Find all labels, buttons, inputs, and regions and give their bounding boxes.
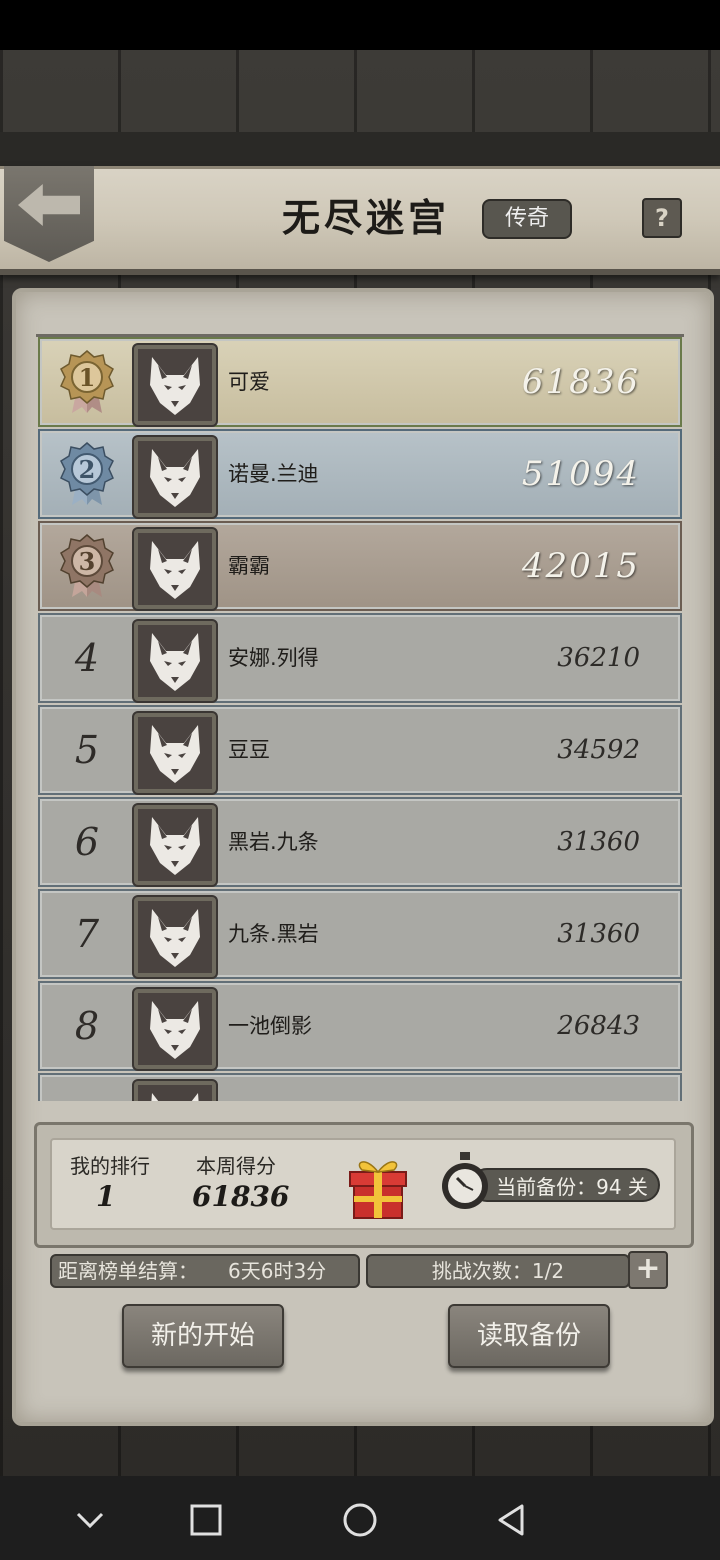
avatar[interactable] <box>134 1081 216 1101</box>
leaderboard-row[interactable]: 4 安娜.列得 36210 <box>38 613 682 703</box>
player-name: 可爱 <box>228 370 270 394</box>
status-bar <box>0 0 720 50</box>
chevron-down-icon[interactable] <box>70 1500 110 1540</box>
wolf-icon <box>138 625 212 697</box>
help-button[interactable]: ? <box>642 198 682 238</box>
current-backup-status: 当前备份：94 关 <box>470 1168 660 1202</box>
rank-number: 5 <box>74 728 100 772</box>
wolf-icon <box>138 533 212 605</box>
player-name: 安娜.列得 <box>228 646 319 670</box>
player-score: 42015 <box>521 546 640 586</box>
avatar[interactable] <box>134 529 216 609</box>
player-score: 61836 <box>521 362 640 402</box>
leaderboard-row[interactable]: 5 豆豆 34592 <box>38 705 682 795</box>
back-triangle-icon[interactable] <box>492 1500 532 1540</box>
player-score: 31360 <box>557 919 640 949</box>
avatar[interactable] <box>134 989 216 1069</box>
player-name: 一池倒影 <box>228 1014 312 1038</box>
home-circle-icon[interactable] <box>340 1500 380 1540</box>
medal-rank: 1 <box>79 363 96 392</box>
avatar[interactable] <box>134 713 216 793</box>
player-name: 九条.黑岩 <box>228 922 319 946</box>
player-score: 51094 <box>521 454 640 494</box>
player-name: 豆豆 <box>228 738 270 762</box>
rank-number: 6 <box>74 820 100 864</box>
medal-rank: 2 <box>79 455 96 484</box>
challenge-count-bar: 挑战次数：1/2 <box>366 1254 630 1288</box>
avatar[interactable] <box>134 437 216 517</box>
rank-number: 7 <box>74 912 100 956</box>
new-start-button[interactable]: 新的开始 <box>122 1304 284 1368</box>
player-name: 黑岩.九条 <box>228 830 319 854</box>
player-name: 诺曼.兰迪 <box>228 462 319 486</box>
leaderboard-row-partial[interactable] <box>38 1073 682 1101</box>
leaderboard-row[interactable]: 8 一池倒影 26843 <box>38 981 682 1071</box>
avatar[interactable] <box>134 345 216 425</box>
leaderboard-list[interactable]: 1 可爱 61836 2 诺曼.兰迪 51094 3 霸霸 42015 4 安娜… <box>36 334 684 1101</box>
player-score: 36210 <box>557 643 640 673</box>
page-title: 无尽迷宫 <box>281 195 450 240</box>
leaderboard-row[interactable]: 2 诺曼.兰迪 51094 <box>38 429 682 519</box>
player-score: 26843 <box>557 1011 640 1041</box>
gold-medal-icon: 1 <box>60 350 114 413</box>
add-challenge-button[interactable]: + <box>628 1251 668 1289</box>
wolf-icon <box>138 349 212 421</box>
player-score: 34592 <box>557 735 640 765</box>
leaderboard-row[interactable]: 1 可爱 61836 <box>38 337 682 427</box>
my-rank-value: 1 <box>96 1180 116 1213</box>
bronze-medal-icon: 3 <box>60 534 114 597</box>
rank-number: 8 <box>74 1004 100 1048</box>
medal-rank: 3 <box>79 547 96 576</box>
mode-badge[interactable]: 传奇 <box>482 199 572 239</box>
wolf-icon <box>138 1085 212 1101</box>
challenge-count: 挑战次数：1/2 <box>431 1259 565 1283</box>
wolf-icon <box>138 809 212 881</box>
wolf-icon <box>138 441 212 513</box>
wood-band <box>0 132 720 166</box>
countdown-value: 6天6时3分 <box>228 1259 327 1283</box>
rank-number: 4 <box>74 636 100 680</box>
wolf-icon <box>138 993 212 1065</box>
leaderboard-row[interactable]: 7 九条.黑岩 31360 <box>38 889 682 979</box>
avatar[interactable] <box>134 805 216 885</box>
my-rank-label: 我的排行 <box>70 1154 150 1178</box>
leaderboard-row[interactable]: 6 黑岩.九条 31360 <box>38 797 682 887</box>
leaderboard-row[interactable]: 3 霸霸 42015 <box>38 521 682 611</box>
recents-square-icon[interactable] <box>186 1500 226 1540</box>
load-backup-button[interactable]: 读取备份 <box>448 1304 610 1368</box>
weekly-score-value: 61836 <box>192 1180 290 1213</box>
silver-medal-icon: 2 <box>60 442 114 505</box>
avatar[interactable] <box>134 621 216 701</box>
gift-icon[interactable] <box>348 1154 408 1220</box>
player-score: 31360 <box>557 827 640 857</box>
stopwatch-icon <box>442 1152 488 1209</box>
settlement-countdown-bar: 距离榜单结算： 6天6时3分 <box>50 1254 360 1288</box>
wolf-icon <box>138 901 212 973</box>
wolf-icon <box>138 717 212 789</box>
countdown-label: 距离榜单结算： <box>58 1259 198 1283</box>
weekly-score-label: 本周得分 <box>196 1154 276 1178</box>
player-name: 霸霸 <box>228 554 270 578</box>
back-arrow-icon <box>18 184 80 226</box>
avatar[interactable] <box>134 897 216 977</box>
